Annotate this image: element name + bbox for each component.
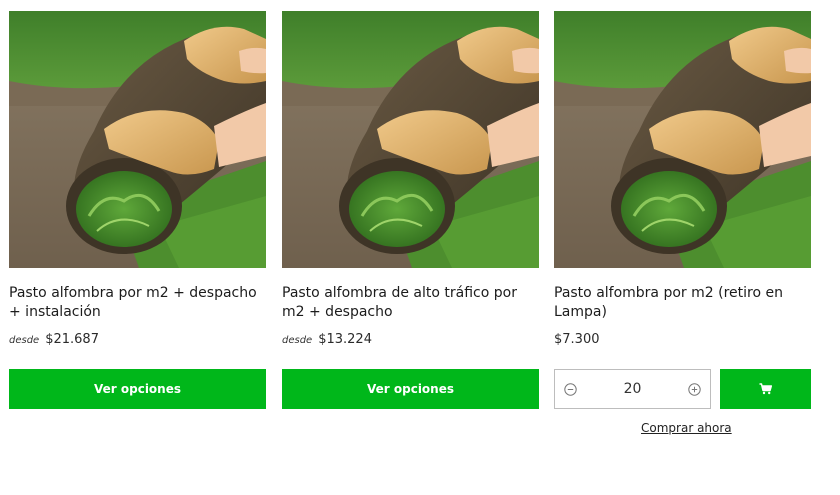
product-title[interactable]: Pasto alfombra por m2 + despacho + insta… [9, 284, 266, 324]
price-prefix: desde [9, 335, 40, 346]
quantity-stepper: 20 [554, 369, 711, 409]
product-card: Pasto alfombra de alto tráfico por m2 + … [282, 11, 539, 409]
buy-now-link[interactable]: Comprar ahora [641, 421, 732, 435]
grass-roll-photo [282, 11, 539, 268]
price-row: $7.300 [554, 332, 811, 350]
price-row: desde $21.687 [9, 332, 266, 350]
view-options-button[interactable]: Ver opciones [282, 369, 539, 409]
product-price: $13.224 [318, 332, 372, 347]
add-to-cart-button[interactable] [720, 369, 811, 409]
product-image[interactable] [282, 11, 539, 268]
product-price: $7.300 [554, 332, 600, 347]
grass-roll-photo [9, 11, 266, 268]
product-price: $21.687 [45, 332, 99, 347]
product-title[interactable]: Pasto alfombra de alto tráfico por m2 + … [282, 284, 539, 324]
minus-circle-icon[interactable] [555, 370, 585, 408]
product-image[interactable] [9, 11, 266, 268]
plus-circle-icon[interactable] [680, 370, 710, 408]
price-prefix: desde [282, 335, 313, 346]
view-options-button[interactable]: Ver opciones [9, 369, 266, 409]
product-image[interactable] [554, 11, 811, 268]
price-row: desde $13.224 [282, 332, 539, 350]
quantity-value[interactable]: 20 [624, 381, 642, 397]
product-card: Pasto alfombra por m2 (retiro en Lampa) … [554, 11, 811, 435]
product-card: Pasto alfombra por m2 + despacho + insta… [9, 11, 266, 409]
product-title[interactable]: Pasto alfombra por m2 (retiro en Lampa) [554, 284, 811, 324]
grass-roll-photo [554, 11, 811, 268]
cart-icon [759, 383, 772, 395]
